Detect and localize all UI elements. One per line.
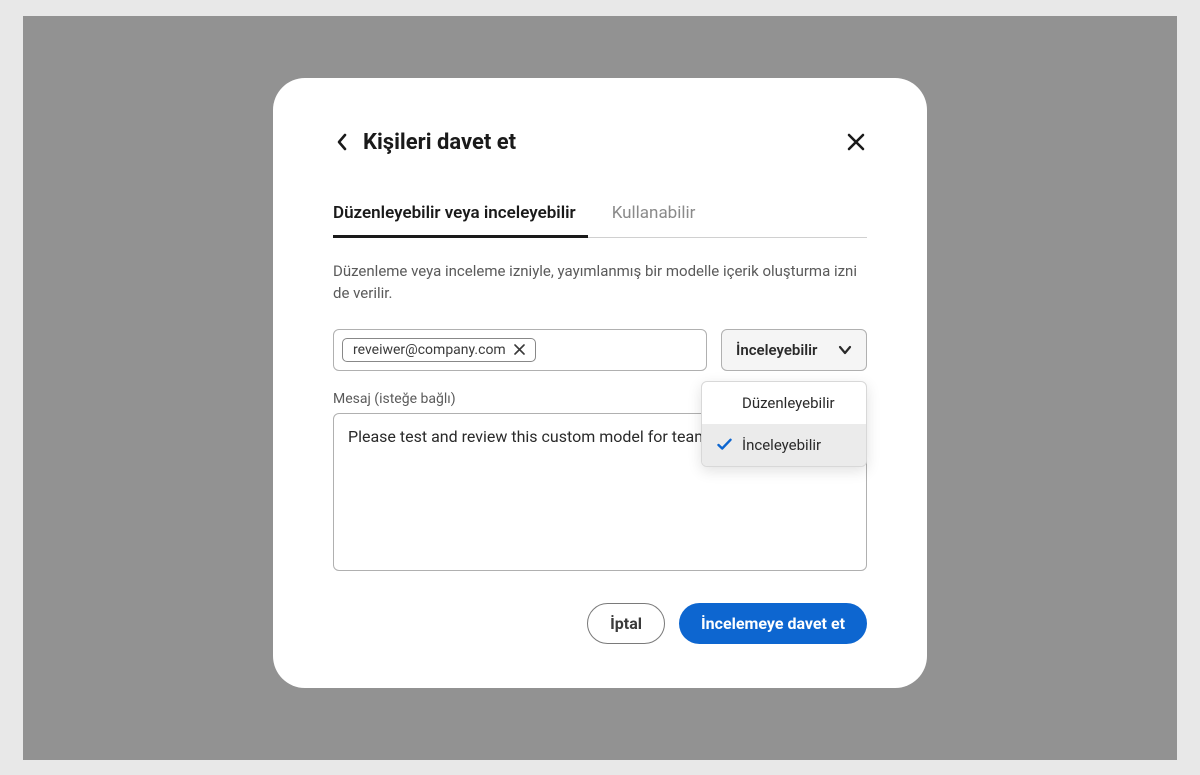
dialog-header-left: Kişileri davet et [333,130,516,155]
invite-to-review-button[interactable]: İncelemeye davet et [679,603,867,644]
tab-edit-or-review[interactable]: Düzenleyebilir veya inceleyebilir [333,203,576,237]
cancel-button[interactable]: İptal [587,603,665,644]
tab-can-use[interactable]: Kullanabilir [612,203,696,237]
chevron-down-icon [838,341,852,359]
check-icon [716,438,732,451]
email-input[interactable]: reveiwer@company.com [333,329,707,371]
permission-select-label: İnceleyebilir [736,341,817,359]
permission-dropdown: Düzenleyebilir İnceleyebilir [701,381,867,467]
email-chip-text: reveiwer@company.com [353,342,506,358]
close-icon[interactable] [845,131,867,153]
invite-input-row: reveiwer@company.com İnceleyebilir Düzen… [333,329,867,371]
dialog-header: Kişileri davet et [333,130,867,155]
dropdown-option-edit-label: Düzenleyebilir [742,394,835,412]
modal-backdrop: Kişileri davet et Düzenleyebilir veya in… [23,16,1177,760]
permission-select[interactable]: İnceleyebilir [721,329,867,371]
remove-chip-icon[interactable] [513,343,527,357]
email-chip: reveiwer@company.com [342,338,536,362]
back-icon[interactable] [333,133,351,151]
dialog-actions: İptal İncelemeye davet et [333,603,867,644]
permission-tabs: Düzenleyebilir veya inceleyebilir Kullan… [333,203,867,238]
dialog-title: Kişileri davet et [363,130,516,155]
invite-dialog: Kişileri davet et Düzenleyebilir veya in… [273,78,927,688]
dropdown-option-review-label: İnceleyebilir [742,436,821,454]
dropdown-option-edit[interactable]: Düzenleyebilir [702,382,866,424]
dropdown-option-review[interactable]: İnceleyebilir [702,424,866,466]
permission-description: Düzenleme veya inceleme izniyle, yayımla… [333,260,867,305]
